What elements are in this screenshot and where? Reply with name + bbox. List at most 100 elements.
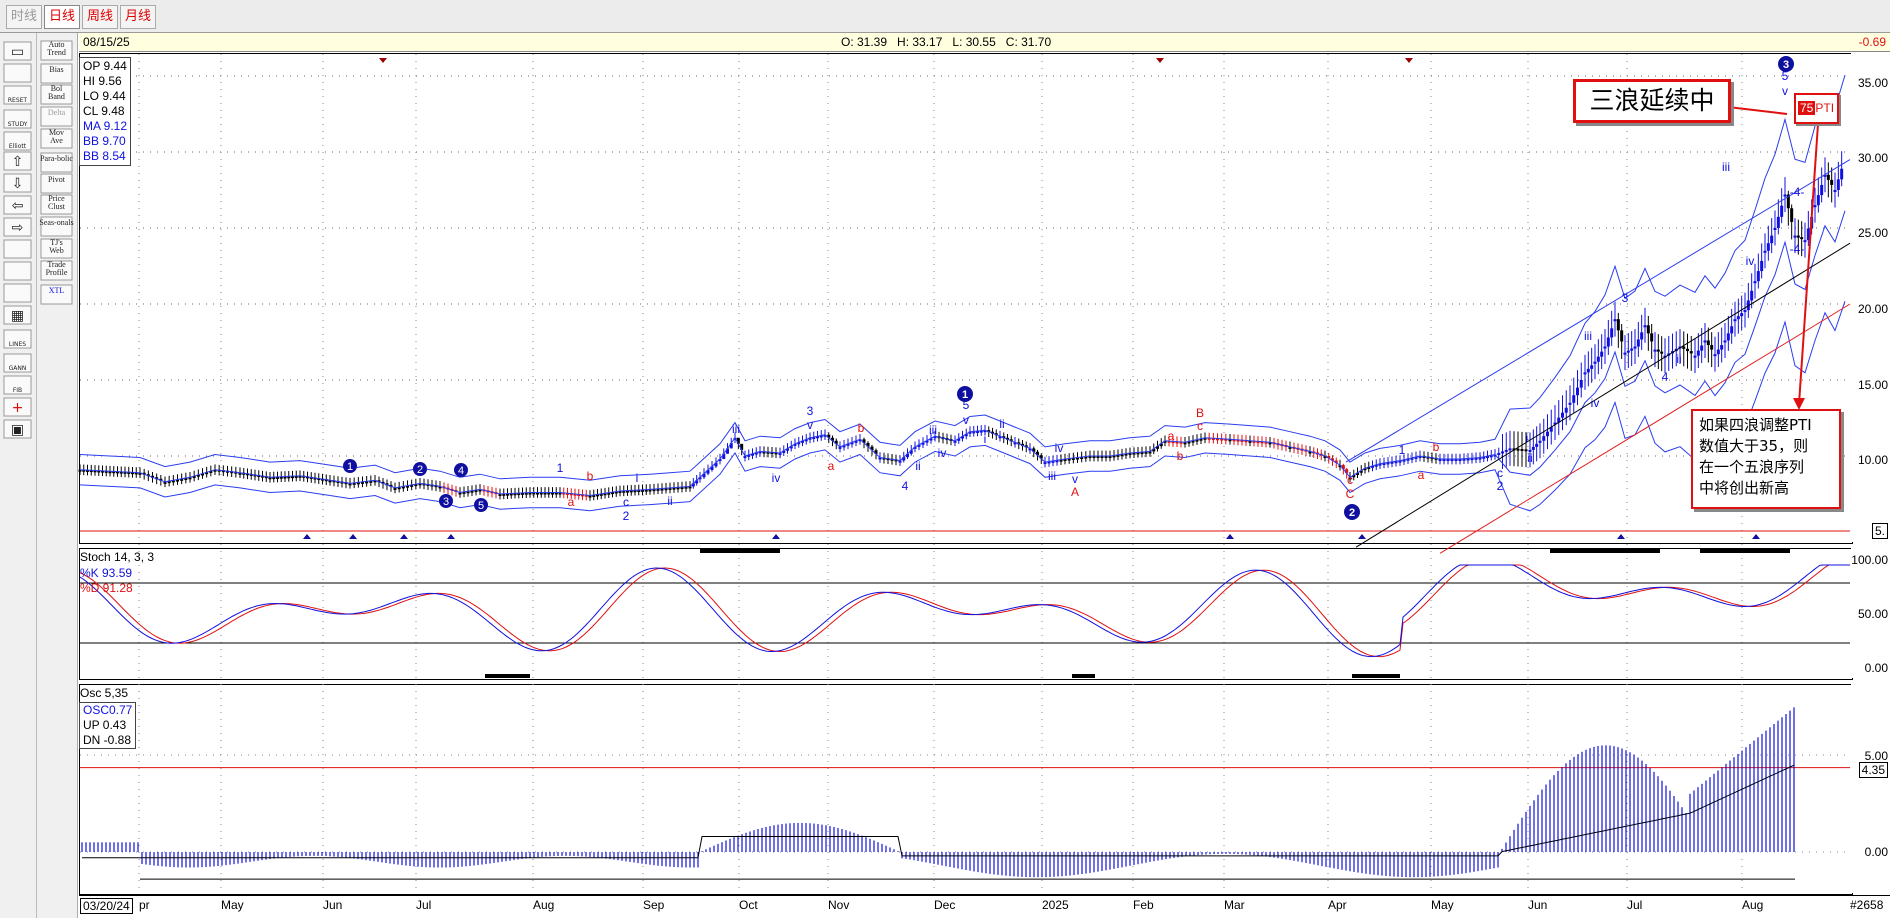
stoch-k: %K 93.59 [80,566,133,580]
price-candle [1763,250,1767,253]
info-lo: LO 9.44 [83,89,126,103]
price-info-box: OP 9.44 HI 9.56 LO 9.44 CL 9.48 MA 9.12 … [79,57,132,166]
price-candle [1600,351,1604,357]
wave-label-45: 3 [1622,291,1629,305]
wave-label-19: ii [915,459,920,473]
callout-line-3: 在一个五浪序列 [1699,458,1805,476]
price-candle [1740,313,1744,317]
price-candle [1656,349,1660,352]
study-button-label-8: Seas-onals [39,218,73,227]
month-label-aug: Aug [533,898,555,912]
price-candle [1508,448,1512,451]
study-button-label-4: Ave [50,136,63,145]
price-candle [1520,449,1524,452]
reset-icon-label: RESET [8,97,28,104]
price-candle [1610,328,1614,338]
price-candle [1750,290,1754,301]
price-candle [1568,402,1572,405]
price-candle [1753,281,1757,284]
price-candle [1713,354,1717,357]
wave-label-1: 2 [417,464,423,476]
month-label-feb: Feb [1133,898,1154,912]
price-candle [1497,452,1501,455]
price-candle [1590,365,1594,369]
stoch-title: Stoch 14, 3, 3 [80,550,155,564]
price-candle [1576,387,1579,396]
info-ma: MA 9.12 [83,119,128,133]
wave-label-17: b [858,421,865,435]
price-candle [1653,349,1657,352]
wave-label-15: v [807,418,813,432]
wave-label-20: iii [929,423,937,437]
wave-label-31: b [1177,449,1184,463]
wave-label-25: ii [999,417,1004,431]
expand-icon [3,261,32,281]
wave-label-38: b [1433,440,1440,454]
price-candle [1689,351,1693,354]
price-candle [1564,407,1568,413]
study-button-label-10: Profile [46,268,68,277]
wave-label-24: v [963,413,969,427]
wave-label-47: ii [1676,352,1681,366]
price-candle [1773,228,1777,230]
bar-count: #2658 [1850,898,1884,912]
price-candle [1630,348,1634,351]
month-label-sep: Sep [643,898,665,912]
price-candle [1593,361,1597,364]
callout-wave3: 三浪延续中 [1573,79,1731,123]
major-wave-label-2: 3 [1783,59,1789,71]
info-bb-lower: BB 8.54 [83,149,126,163]
price-candle [1535,443,1539,447]
wave-label-28: v [1072,472,1078,486]
study-button-label-1: Bias [49,65,63,74]
wave-label-51: v [1782,84,1788,98]
callout-wave4: 如果四浪调整PTI 数值大于35，则 在一个五浪序列 中将创出新高 [1691,409,1841,509]
month-label-mar: Mar [1224,898,1245,912]
bottom-marker-7 [1617,534,1625,539]
callout-line-1: 如果四浪调整PTI [1699,416,1812,434]
wave-label-46: 4 [1662,370,1669,384]
price-candle [1706,340,1710,346]
price-candle [1840,168,1844,180]
study-icon-label: STUDY [8,121,28,128]
wave-label-44: iv [1591,396,1600,410]
major-wave-label-0: 1 [962,389,968,401]
top-marker-1 [1156,58,1164,63]
price-candle [1542,436,1546,441]
price-candle [1816,195,1820,206]
month-label-jul25: Jul [1627,898,1643,912]
price-candle [1743,310,1747,313]
price-candle [1579,380,1583,388]
wave-label-7: b [587,469,594,483]
price-candle [1836,179,1840,190]
wave-label-2: 3 [443,496,449,508]
axis-start-date: 03/20/24 [80,898,133,914]
wave-label-11: ii [667,494,672,508]
compress-icon [3,239,32,259]
price-candle [1616,319,1620,331]
study-button-label-7: Clust [48,202,66,211]
price-candle [1723,340,1727,343]
study-button-label-11: XTL [49,286,65,295]
wave-label-33: c [1197,419,1203,433]
gann-icon-label: GANN [9,365,27,372]
price-candle [1516,448,1520,451]
info-op: OP 9.44 [83,59,127,73]
month-label-jul: Jul [416,898,432,912]
bottom-marker-0 [303,534,311,539]
wave-label-5: 1 [557,461,564,475]
price-candle [1790,208,1794,222]
price-candle [1776,216,1780,228]
price-candle [1603,346,1607,349]
price-candle [1693,355,1697,358]
pti-value: 75 [1798,101,1816,115]
month-label-jun25: Jun [1528,898,1548,912]
scale-icon [3,63,32,83]
price-candle [1780,205,1784,217]
wave-label-4: 5 [478,500,484,512]
price-candle [1620,330,1624,342]
price-candle [1501,451,1504,454]
callout-line-2: 数值大于35，则 [1699,437,1809,455]
price-candle [1546,431,1549,437]
price-candle [1793,235,1797,238]
